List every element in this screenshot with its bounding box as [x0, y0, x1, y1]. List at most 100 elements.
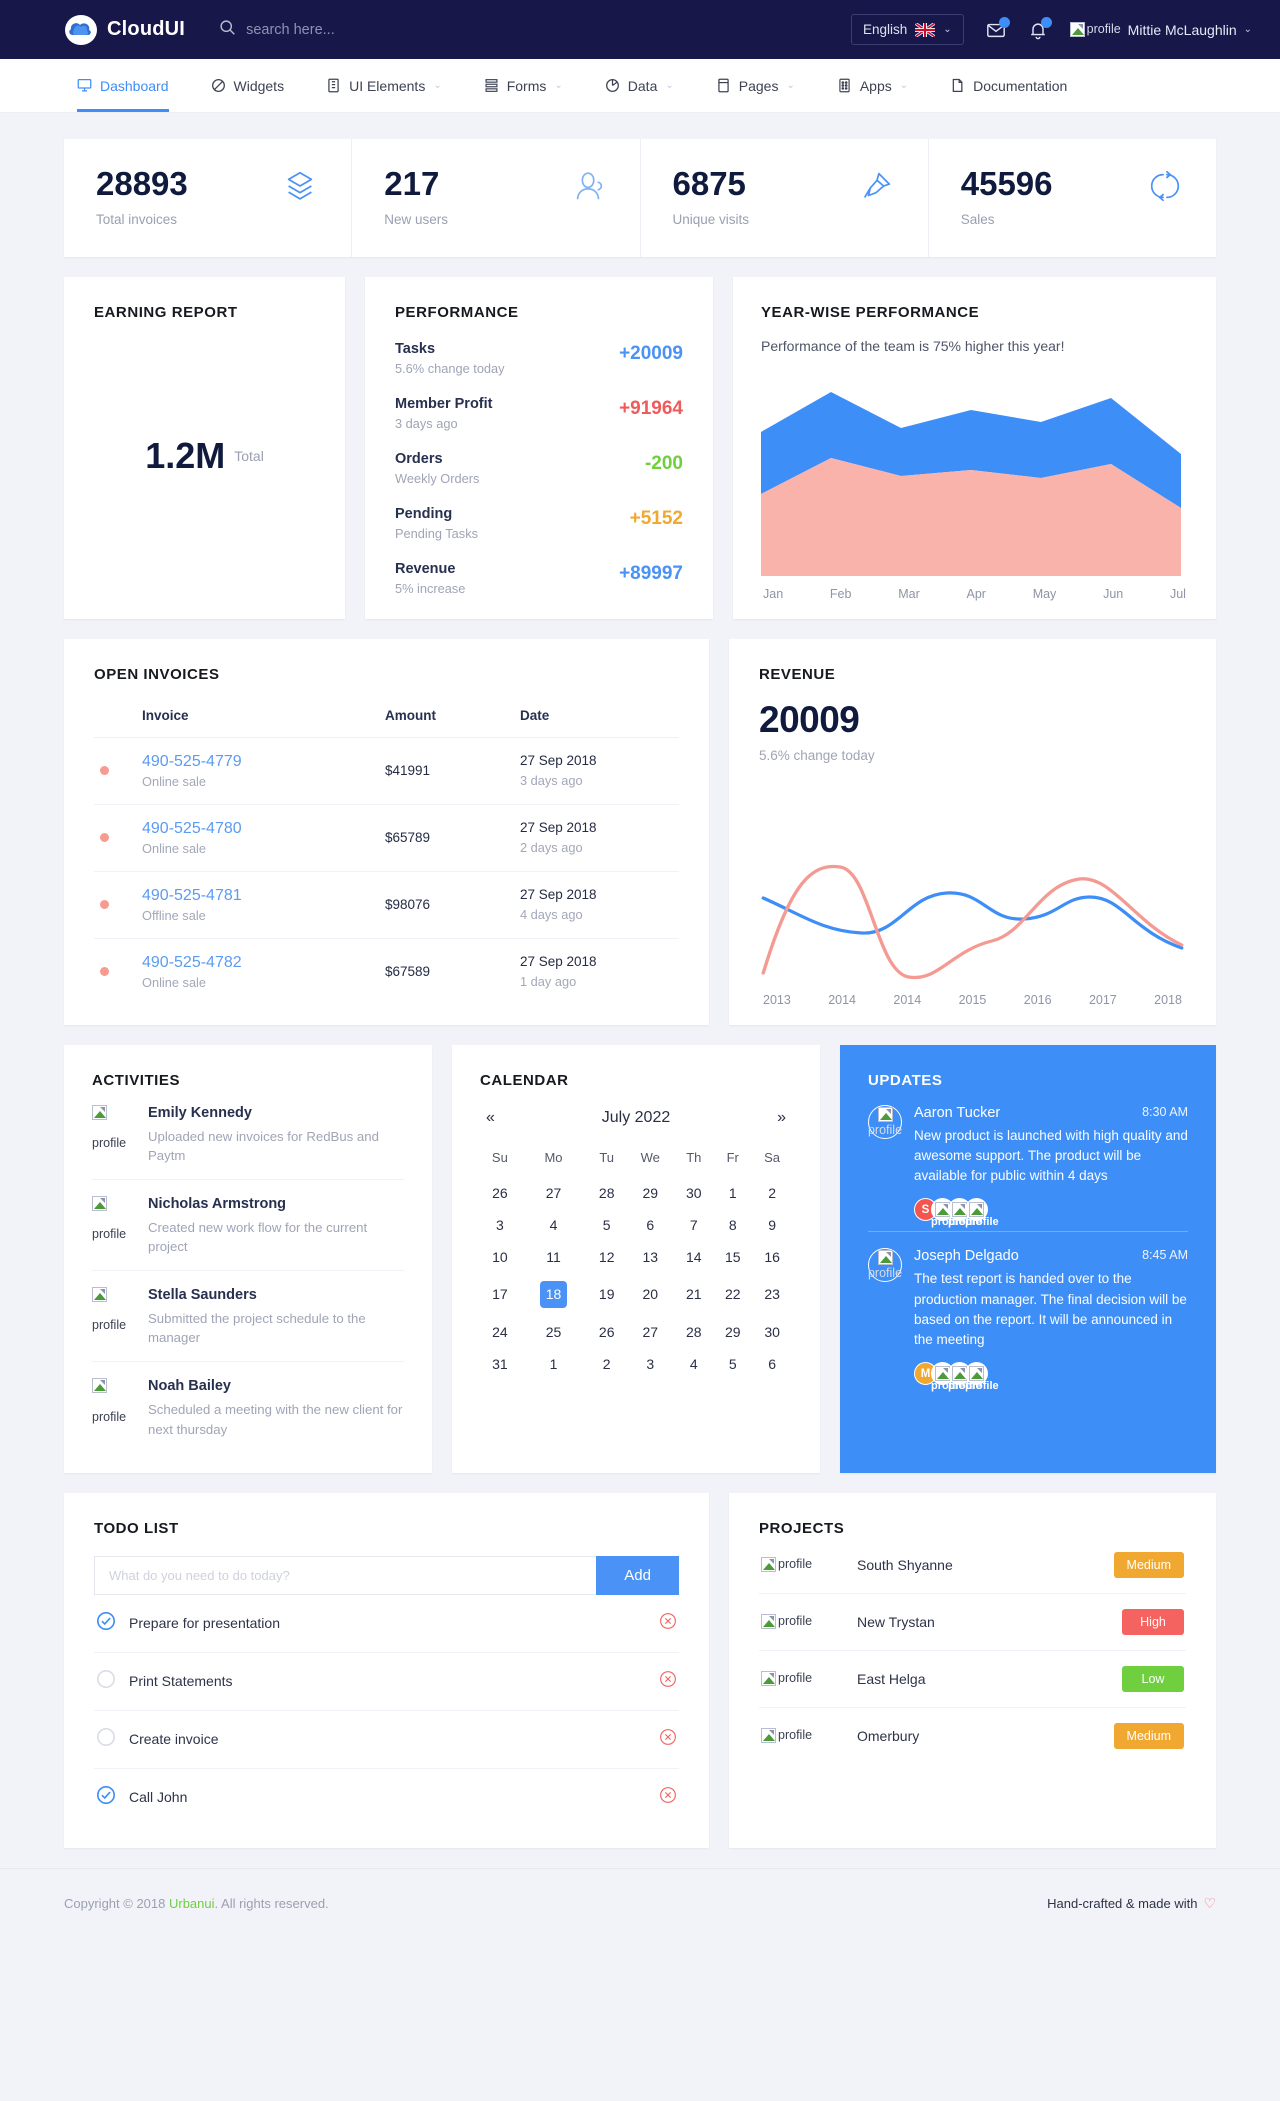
calendar-day[interactable]: 29: [713, 1316, 752, 1348]
calendar-day[interactable]: 26: [587, 1316, 626, 1348]
delete-todo-button[interactable]: [659, 1670, 677, 1693]
brand[interactable]: CloudUI: [64, 13, 185, 47]
list-item[interactable]: Print Statements: [94, 1653, 679, 1711]
card-title: Earning Report: [94, 303, 238, 321]
activities-card: Activities profile Emily Kennedy Uploade…: [64, 1044, 432, 1473]
calendar-day[interactable]: 9: [752, 1209, 792, 1241]
calendar-day[interactable]: 27: [520, 1177, 587, 1209]
list-item[interactable]: profile Noah Bailey Scheduled a meeting …: [92, 1362, 404, 1452]
todo-checkbox[interactable]: [96, 1727, 116, 1752]
calendar-day[interactable]: 11: [520, 1241, 587, 1273]
nav-item-documentation[interactable]: Documentation: [929, 59, 1088, 112]
calendar-day[interactable]: 28: [674, 1316, 713, 1348]
list-item[interactable]: Prepare for presentation: [94, 1595, 679, 1653]
calendar-day[interactable]: 7: [674, 1209, 713, 1241]
calendar-day[interactable]: 27: [626, 1316, 674, 1348]
calendar-day[interactable]: 15: [713, 1241, 752, 1273]
calendar-day[interactable]: 4: [674, 1348, 713, 1380]
todo-checkbox-checked[interactable]: [96, 1785, 116, 1810]
calendar-day[interactable]: 8: [713, 1209, 752, 1241]
search-box[interactable]: [219, 19, 467, 41]
user-menu[interactable]: profile Mittie McLaughlin ⌄: [1069, 22, 1252, 38]
invoice-link[interactable]: 490-525-4782: [142, 954, 373, 972]
nav-item-widgets[interactable]: Widgets: [190, 59, 306, 112]
calendar-day[interactable]: 29: [626, 1177, 674, 1209]
calendar-day[interactable]: 2: [752, 1177, 792, 1209]
list-item[interactable]: profile Joseph Delgado 8:45 AM The test …: [868, 1231, 1188, 1392]
calendar-day[interactable]: 1: [520, 1348, 587, 1380]
calendar-day[interactable]: 3: [480, 1209, 520, 1241]
delete-todo-button[interactable]: [659, 1786, 677, 1809]
calendar-day[interactable]: 3: [626, 1348, 674, 1380]
calendar-day[interactable]: 31: [480, 1348, 520, 1380]
calendar-day[interactable]: 1: [713, 1177, 752, 1209]
todo-input[interactable]: [94, 1555, 597, 1595]
nav-item-forms[interactable]: Forms ⌄: [463, 59, 584, 112]
avatar: profile: [761, 1728, 857, 1744]
list-item[interactable]: Create invoice: [94, 1711, 679, 1769]
table-row[interactable]: 490-525-4780 Online sale $65789 27 Sep 2…: [94, 804, 679, 872]
list-item[interactable]: profile East Helga Low: [759, 1651, 1186, 1708]
calendar-day[interactable]: 5: [587, 1209, 626, 1241]
list-item[interactable]: profile Omerbury Medium: [759, 1708, 1186, 1764]
nav-item-data[interactable]: Data ⌄: [584, 59, 695, 112]
calendar-day[interactable]: 6: [626, 1209, 674, 1241]
calendar-day[interactable]: 6: [752, 1348, 792, 1380]
invoice-date: 27 Sep 2018: [520, 820, 597, 836]
notifications-button[interactable]: [1028, 16, 1052, 40]
calendar-day[interactable]: 4: [520, 1209, 587, 1241]
calendar-day[interactable]: 30: [752, 1316, 792, 1348]
list-item[interactable]: profile Emily Kennedy Uploaded new invoi…: [92, 1089, 404, 1180]
list-item[interactable]: profile New Trystan High: [759, 1594, 1186, 1651]
todo-checkbox-checked[interactable]: [96, 1611, 116, 1636]
list-item[interactable]: Call John: [94, 1769, 679, 1826]
calendar-next-button[interactable]: »: [760, 1109, 786, 1127]
nav-item-dashboard[interactable]: Dashboard: [64, 59, 190, 112]
search-input[interactable]: [246, 21, 467, 38]
table-row[interactable]: 490-525-4782 Online sale $67589 27 Sep 2…: [94, 938, 679, 1005]
delete-todo-button[interactable]: [659, 1728, 677, 1751]
calendar-day[interactable]: 14: [674, 1241, 713, 1273]
list-item[interactable]: profile Stella Saunders Submitted the pr…: [92, 1271, 404, 1363]
calendar-day[interactable]: 20: [626, 1273, 674, 1316]
calendar-day[interactable]: 22: [713, 1273, 752, 1316]
calendar-day[interactable]: 16: [752, 1241, 792, 1273]
invoice-link[interactable]: 490-525-4779: [142, 753, 373, 771]
calendar-day[interactable]: 24: [480, 1316, 520, 1348]
calendar-day[interactable]: 2: [587, 1348, 626, 1380]
table-row[interactable]: 490-525-4781 Offline sale $98076 27 Sep …: [94, 871, 679, 939]
calendar-day[interactable]: 17: [480, 1273, 520, 1316]
list-item[interactable]: profile South Shyanne Medium: [759, 1537, 1186, 1594]
calendar-day[interactable]: 5: [713, 1348, 752, 1380]
doc-icon: [950, 78, 965, 93]
calendar-day[interactable]: 13: [626, 1241, 674, 1273]
invoice-link[interactable]: 490-525-4780: [142, 820, 373, 838]
language-selector[interactable]: English ⌄: [850, 14, 964, 45]
list-item[interactable]: profile Aaron Tucker 8:30 AM New product…: [868, 1089, 1188, 1228]
status-dot-cell: [94, 871, 136, 939]
urbanui-link[interactable]: Urbanui: [169, 1896, 215, 1911]
calendar-day[interactable]: 19: [587, 1273, 626, 1316]
invoice-link[interactable]: 490-525-4781: [142, 887, 373, 905]
delete-todo-button[interactable]: [659, 1612, 677, 1635]
calendar-day[interactable]: 10: [480, 1241, 520, 1273]
nav-item-apps[interactable]: Apps ⌄: [816, 59, 929, 112]
todo-checkbox[interactable]: [96, 1669, 116, 1694]
calendar-day[interactable]: 26: [480, 1177, 520, 1209]
messages-button[interactable]: [986, 16, 1010, 40]
calendar-day-selected[interactable]: 18: [520, 1273, 587, 1316]
calendar-day[interactable]: 21: [674, 1273, 713, 1316]
x-tick: 2017: [1088, 992, 1117, 1007]
calendar-day[interactable]: 25: [520, 1316, 587, 1348]
calendar-day[interactable]: 12: [587, 1241, 626, 1273]
nav-item-pages[interactable]: Pages ⌄: [695, 59, 816, 112]
calendar-day[interactable]: 30: [674, 1177, 713, 1209]
nav-item-ui-elements[interactable]: UI Elements ⌄: [305, 59, 463, 112]
calendar-prev-button[interactable]: «: [486, 1109, 512, 1127]
invoice-amount: $65789: [379, 804, 514, 872]
table-row[interactable]: 490-525-4779 Online sale $41991 27 Sep 2…: [94, 737, 679, 805]
list-item[interactable]: profile Nicholas Armstrong Created new w…: [92, 1180, 404, 1272]
calendar-day[interactable]: 28: [587, 1177, 626, 1209]
add-todo-button[interactable]: Add: [596, 1555, 679, 1595]
calendar-day[interactable]: 23: [752, 1273, 792, 1316]
